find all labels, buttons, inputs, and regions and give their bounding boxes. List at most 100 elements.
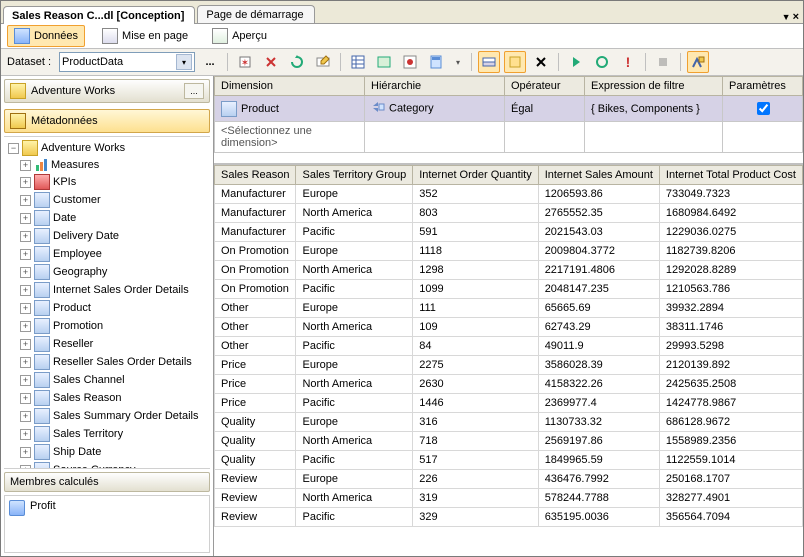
tree-node[interactable]: +Sales Territory bbox=[4, 425, 210, 443]
expand-icon[interactable]: + bbox=[20, 160, 31, 171]
refresh-button[interactable] bbox=[286, 51, 308, 73]
new-dataset-button[interactable]: ✶ bbox=[234, 51, 256, 73]
table-row[interactable]: QualityEurope3161130733.32686128.9672 bbox=[215, 413, 803, 432]
tree-node[interactable]: +KPIs bbox=[4, 173, 210, 191]
tree-node[interactable]: +Reseller bbox=[4, 335, 210, 353]
table-row[interactable]: OtherEurope11165665.6939932.2894 bbox=[215, 299, 803, 318]
tab-layout[interactable]: Mise en page bbox=[95, 25, 195, 47]
close-icon[interactable]: × bbox=[793, 11, 799, 23]
filter-col-expression[interactable]: Expression de filtre bbox=[585, 77, 723, 96]
collapse-icon[interactable]: − bbox=[8, 143, 19, 154]
metadata-tree[interactable]: −Adventure Works+Measures+KPIs+Customer+… bbox=[4, 136, 210, 469]
expand-icon[interactable]: + bbox=[20, 195, 31, 206]
table-row[interactable]: ManufacturerEurope3521206593.86733049.73… bbox=[215, 185, 803, 204]
toggle-aggregates-button[interactable] bbox=[504, 51, 526, 73]
table-row[interactable]: ManufacturerPacific5912021543.031229036.… bbox=[215, 223, 803, 242]
expand-icon[interactable]: + bbox=[20, 411, 31, 422]
tree-node[interactable]: +Geography bbox=[4, 263, 210, 281]
table-row[interactable]: PriceEurope22753586028.392120139.892 bbox=[215, 356, 803, 375]
data-col-header[interactable]: Internet Order Quantity bbox=[413, 166, 538, 185]
stop-button[interactable] bbox=[652, 51, 674, 73]
filter-row[interactable]: Product Category Égal { Bikes, Component… bbox=[215, 96, 803, 122]
cube-selector[interactable]: Adventure Works ... bbox=[4, 79, 210, 103]
table-row[interactable]: On PromotionNorth America12982217191.480… bbox=[215, 261, 803, 280]
tree-node[interactable]: −Adventure Works bbox=[4, 139, 210, 157]
expand-icon[interactable]: + bbox=[20, 303, 31, 314]
expand-icon[interactable]: + bbox=[20, 465, 31, 470]
expand-icon[interactable]: + bbox=[20, 285, 31, 296]
table-row[interactable]: On PromotionPacific10992048147.235121056… bbox=[215, 280, 803, 299]
document-tab-active[interactable]: Sales Reason C...dl [Conception] bbox=[3, 6, 195, 24]
table-row[interactable]: ReviewEurope226436476.7992250168.1707 bbox=[215, 470, 803, 489]
tree-node[interactable]: +Delivery Date bbox=[4, 227, 210, 245]
expand-icon[interactable]: + bbox=[20, 447, 31, 458]
expand-icon[interactable]: + bbox=[20, 249, 31, 260]
table-row[interactable]: ReviewPacific329635195.0036356564.7094 bbox=[215, 508, 803, 527]
toggle-cells-button[interactable] bbox=[478, 51, 500, 73]
tab-data[interactable]: Données bbox=[7, 25, 85, 47]
cube-select-button[interactable]: ... bbox=[184, 83, 204, 99]
tree-node[interactable]: +Ship Date bbox=[4, 443, 210, 461]
table-row[interactable]: OtherPacific8449011.929993.5298 bbox=[215, 337, 803, 356]
table-row[interactable]: ReviewNorth America319578244.7788328277.… bbox=[215, 489, 803, 508]
tree-node[interactable]: +Measures bbox=[4, 157, 210, 173]
filter-col-hierarchy[interactable]: Hiérarchie bbox=[365, 77, 505, 96]
document-tab-start-page[interactable]: Page de démarrage bbox=[197, 5, 314, 23]
data-col-header[interactable]: Sales Territory Group bbox=[296, 166, 413, 185]
loop-button[interactable] bbox=[591, 51, 613, 73]
expand-icon[interactable]: + bbox=[20, 267, 31, 278]
tree-node[interactable]: +Promotion bbox=[4, 317, 210, 335]
tree-node[interactable]: +Product bbox=[4, 299, 210, 317]
tree-node[interactable]: +Date bbox=[4, 209, 210, 227]
sql-button[interactable] bbox=[373, 51, 395, 73]
expand-icon[interactable]: + bbox=[20, 429, 31, 440]
expand-icon[interactable]: + bbox=[20, 177, 31, 188]
table-row[interactable]: PricePacific14462369977.41424778.9867 bbox=[215, 394, 803, 413]
expand-icon[interactable]: + bbox=[20, 213, 31, 224]
tree-node[interactable]: +Employee bbox=[4, 245, 210, 263]
run-query-button[interactable]: ! bbox=[617, 51, 639, 73]
calc-dropdown-button[interactable]: ▾ bbox=[451, 51, 465, 73]
table-row[interactable]: PriceNorth America26304158322.262425635.… bbox=[215, 375, 803, 394]
table-row[interactable]: QualityPacific5171849965.591122559.1014 bbox=[215, 451, 803, 470]
table-button[interactable] bbox=[347, 51, 369, 73]
data-table[interactable]: Sales ReasonSales Territory GroupInterne… bbox=[214, 165, 803, 527]
data-col-header[interactable]: Internet Total Product Cost bbox=[659, 166, 802, 185]
table-row[interactable]: ManufacturerNorth America8032765552.3516… bbox=[215, 204, 803, 223]
record-button[interactable] bbox=[399, 51, 421, 73]
expand-icon[interactable]: + bbox=[20, 339, 31, 350]
expand-icon[interactable]: + bbox=[20, 231, 31, 242]
table-row[interactable]: QualityNorth America7182569197.861558989… bbox=[215, 432, 803, 451]
table-row[interactable]: On PromotionEurope11182009804.3772118273… bbox=[215, 242, 803, 261]
tree-node[interactable]: +Sales Channel bbox=[4, 371, 210, 389]
tree-node[interactable]: +Sales Summary Order Details bbox=[4, 407, 210, 425]
tree-node[interactable]: +Internet Sales Order Details bbox=[4, 281, 210, 299]
tree-node[interactable]: +Customer bbox=[4, 191, 210, 209]
expand-icon[interactable]: + bbox=[20, 375, 31, 386]
filter-col-params[interactable]: Paramètres bbox=[723, 77, 803, 96]
design-mode-button[interactable] bbox=[687, 51, 709, 73]
expand-icon[interactable]: + bbox=[20, 357, 31, 368]
tree-node[interactable]: +Source Currency bbox=[4, 461, 210, 469]
data-col-header[interactable]: Internet Sales Amount bbox=[538, 166, 659, 185]
delete-button[interactable] bbox=[530, 51, 552, 73]
tab-preview[interactable]: Aperçu bbox=[205, 25, 274, 47]
calc-members-list[interactable]: Profit bbox=[4, 495, 210, 553]
filter-param-checkbox[interactable] bbox=[757, 102, 770, 115]
calc-members-header[interactable]: Membres calculés bbox=[4, 472, 210, 492]
filter-placeholder-row[interactable]: <Sélectionnez une dimension> bbox=[215, 122, 803, 153]
edit-text-button[interactable] bbox=[312, 51, 334, 73]
tree-node[interactable]: +Sales Reason bbox=[4, 389, 210, 407]
dropdown-icon[interactable]: ▼ bbox=[782, 12, 791, 22]
run-button[interactable] bbox=[565, 51, 587, 73]
dataset-edit-button[interactable]: ... bbox=[199, 51, 221, 73]
filter-col-operator[interactable]: Opérateur bbox=[505, 77, 585, 96]
delete-dataset-button[interactable] bbox=[260, 51, 282, 73]
data-col-header[interactable]: Sales Reason bbox=[215, 166, 296, 185]
calc-button[interactable] bbox=[425, 51, 447, 73]
filter-col-dimension[interactable]: Dimension bbox=[215, 77, 365, 96]
table-row[interactable]: OtherNorth America10962743.2938311.1746 bbox=[215, 318, 803, 337]
expand-icon[interactable]: + bbox=[20, 393, 31, 404]
dataset-select[interactable]: ProductData ▾ bbox=[59, 52, 195, 72]
expand-icon[interactable]: + bbox=[20, 321, 31, 332]
